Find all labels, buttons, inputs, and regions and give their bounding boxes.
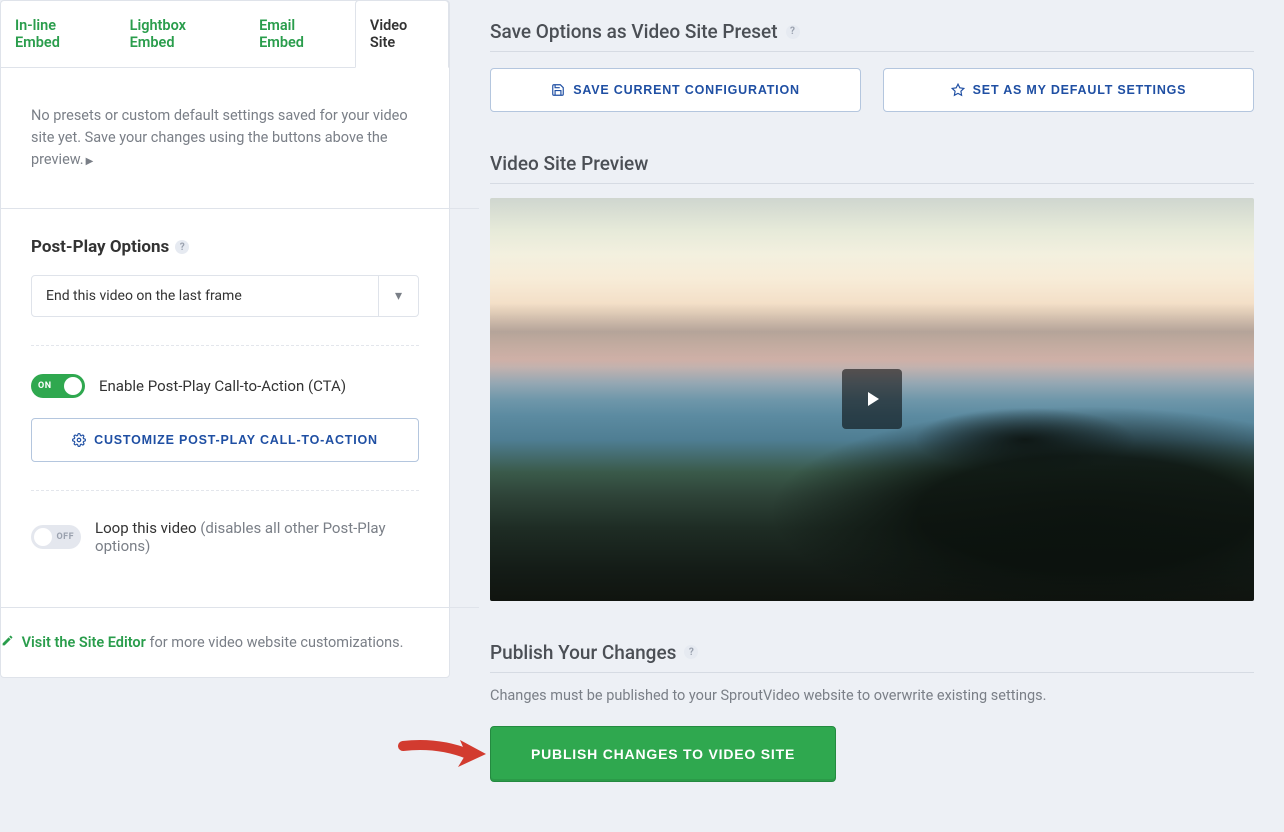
tab-lightbox-embed[interactable]: Lightbox Embed xyxy=(116,1,245,67)
tab-inline-embed[interactable]: In-line Embed xyxy=(1,1,116,67)
post-play-options-title: Post-Play Options ? xyxy=(31,237,419,257)
tab-video-site[interactable]: Video Site xyxy=(355,0,449,68)
loop-video-toggle[interactable]: OFF xyxy=(31,525,81,549)
chevron-right-icon: ▶ xyxy=(86,156,94,167)
enable-cta-label: Enable Post-Play Call-to-Action (CTA) xyxy=(99,377,346,395)
tab-email-embed[interactable]: Email Embed xyxy=(245,1,355,67)
no-presets-notice: No presets or custom default settings sa… xyxy=(31,105,419,172)
enable-cta-toggle[interactable]: ON xyxy=(31,374,85,398)
caret-down-icon: ▾ xyxy=(378,276,418,316)
gear-icon xyxy=(72,433,86,447)
set-default-settings-button[interactable]: SET AS MY DEFAULT SETTINGS xyxy=(883,68,1254,112)
select-value: End this video on the last frame xyxy=(32,276,378,316)
customize-cta-button[interactable]: CUSTOMIZE POST-PLAY CALL-TO-ACTION xyxy=(31,418,419,462)
site-editor-note: Visit the Site Editor for more video web… xyxy=(0,607,479,677)
save-configuration-button[interactable]: SAVE CURRENT CONFIGURATION xyxy=(490,68,861,112)
publish-title: Publish Your Changes ? xyxy=(490,641,1254,673)
preview-title: Video Site Preview xyxy=(490,152,1254,184)
video-preview xyxy=(490,198,1254,601)
help-icon[interactable]: ? xyxy=(684,645,698,659)
help-icon[interactable]: ? xyxy=(175,240,189,254)
loop-video-label: Loop this video (disables all other Post… xyxy=(95,519,419,555)
post-play-behaviour-select[interactable]: End this video on the last frame ▾ xyxy=(31,275,419,317)
star-icon xyxy=(951,83,965,97)
arrow-icon xyxy=(398,734,490,774)
embed-tabs: In-line Embed Lightbox Embed Email Embed… xyxy=(1,1,449,68)
main-content: Save Options as Video Site Preset ? SAVE… xyxy=(490,0,1254,782)
help-icon[interactable]: ? xyxy=(786,25,800,39)
pencil-icon xyxy=(1,634,14,647)
play-button[interactable] xyxy=(842,369,902,429)
visit-site-editor-link[interactable]: Visit the Site Editor xyxy=(22,634,146,651)
settings-panel: In-line Embed Lightbox Embed Email Embed… xyxy=(0,0,450,678)
save-options-title: Save Options as Video Site Preset ? xyxy=(490,20,1254,52)
publish-changes-button[interactable]: PUBLISH CHANGES TO VIDEO SITE xyxy=(490,726,836,782)
save-icon xyxy=(551,83,565,97)
publish-note: Changes must be published to your Sprout… xyxy=(490,687,1254,704)
play-icon xyxy=(860,387,884,411)
